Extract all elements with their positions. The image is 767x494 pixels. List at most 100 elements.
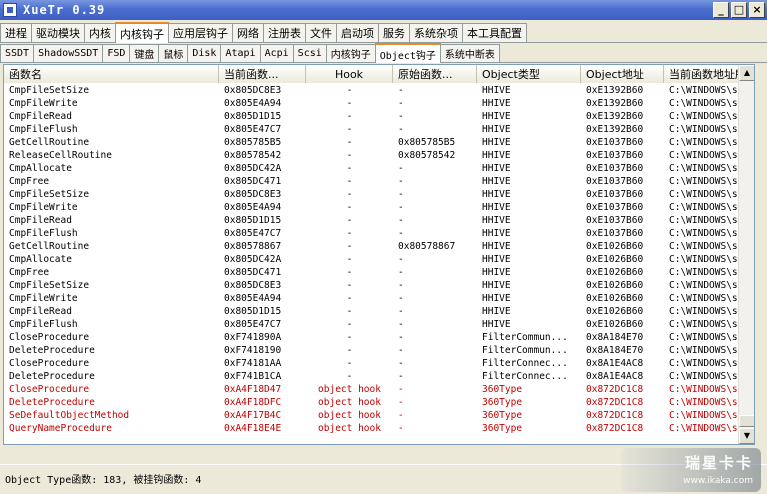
column-header-1[interactable]: 当前函数... [219,65,306,83]
sub-tab-0[interactable]: SSDT [0,44,35,62]
table-cell: HHIVE [482,189,511,200]
main-tab-3[interactable]: 内核钩子 [115,22,169,43]
table-row[interactable]: QueryNameProcedure 0xA4F18E4E object hook -… [4,422,744,435]
table-cell: 0xE1037B60 [586,228,644,239]
table-cell: object hook [318,410,381,421]
sub-tab-2[interactable]: FSD [102,44,131,62]
table-cell: object hook [318,397,381,408]
main-tab-8[interactable]: 启动项 [336,23,379,42]
table-cell: - [346,202,353,213]
minimize-button[interactable]: _ [713,2,729,18]
table-row[interactable]: SeDefaultObjectMethod 0xA4F17B4C object ho… [4,409,744,422]
table-cell: - [398,358,404,369]
table-row[interactable]: CmpFree 0x805DC471 - - HHIVE 0xE1037B60 C:\WIN… [4,175,744,188]
main-tab-4[interactable]: 应用层钩子 [168,23,233,42]
main-tab-0[interactable]: 进程 [0,23,32,42]
table-row[interactable]: CloseProcedure 0xF74181AA - - FilterConnec..… [4,357,744,370]
maximize-button[interactable]: □ [731,2,747,18]
scroll-down-button[interactable]: ▼ [739,428,754,444]
column-header-5[interactable]: Object地址 [581,65,664,83]
main-tab-6[interactable]: 注册表 [263,23,306,42]
sub-tab-1[interactable]: ShadowSSDT [33,44,104,62]
table-cell: CmpFileWrite [9,202,78,213]
sub-tab-5[interactable]: Disk [187,44,222,62]
table-cell: HHIVE [482,111,511,122]
table-cell: - [346,267,353,278]
close-button[interactable]: × [749,2,765,18]
table-row[interactable]: CloseProcedure 0xA4F18D47 object hook - 360T… [4,383,744,396]
scroll-thumb[interactable] [739,415,754,427]
table-row[interactable]: ReleaseCellRoutine 0x80578542 - 0x80578542 H… [4,149,744,162]
watermark-logo: 瑞星卡卡 www.ikaka.com [621,448,761,492]
table-cell: 0xE1037B60 [586,202,644,213]
table-row[interactable]: CmpFileWrite 0x805E4A94 - - HHIVE 0xE1392B60 C… [4,97,744,110]
main-tab-10[interactable]: 系统杂项 [409,23,463,42]
table-row[interactable]: GetCellRoutine 0x805785B5 - 0x805785B5 HHIVE… [4,136,744,149]
table-cell: FilterCommun... [482,345,568,356]
table-row[interactable]: CmpFileFlush 0x805E47C7 - - HHIVE 0xE1037B60 C… [4,227,744,240]
table-cell: - [346,137,353,148]
main-tab-5[interactable]: 网络 [232,23,264,42]
column-header-6[interactable]: 当前函数地址所 [664,65,744,83]
sub-tab-9[interactable]: 内核钩子 [325,44,376,62]
table-row[interactable]: CmpAllocate 0x805DC42A - - HHIVE 0xE1026B60 C:… [4,253,744,266]
table-row[interactable]: CmpFileSetSize 0x805DC8E3 - - HHIVE 0xE1037B6… [4,188,744,201]
table-cell: 0xA4F17B4C [224,410,282,421]
table-cell: - [398,371,404,382]
main-tab-7[interactable]: 文件 [305,23,337,42]
object-hook-list[interactable]: 函数名 当前函数... Hook 原始函数... Object类型 Object地址 当前函… [3,64,755,445]
scroll-up-button[interactable]: ▲ [739,65,754,81]
table-row[interactable]: CmpFileWrite 0x805E4A94 - - HHIVE 0xE1026B60 C… [4,292,744,305]
table-cell: 0x8A184E70 [586,345,644,356]
table-row[interactable]: DeleteProcedure 0xF7418190 - - FilterCommun.… [4,344,744,357]
table-cell: - [346,280,353,291]
column-header-4[interactable]: Object类型 [477,65,581,83]
sub-tab-7[interactable]: Acpi [259,44,294,62]
table-cell: 0xE1392B60 [586,124,644,135]
table-cell: 0xE1392B60 [586,111,644,122]
column-header-2[interactable]: Hook [306,65,393,83]
table-row[interactable]: CloseProcedure 0xF741890A - - FilterCommun..… [4,331,744,344]
table-cell: C:\WINDOWS\sys [669,137,744,148]
table-cell: 0x80578542 [224,150,282,161]
sub-tab-8[interactable]: Scsi [292,44,327,62]
table-row[interactable]: CmpFileSetSize 0x805DC8E3 - - HHIVE 0xE1026B6… [4,279,744,292]
column-header-0[interactable]: 函数名 [4,65,219,83]
status-text: Object Type函数: 183, 被挂钩函数: 4 [5,475,202,486]
main-tab-2[interactable]: 内核 [84,23,116,42]
vertical-scrollbar[interactable]: ▲ ▼ [738,65,754,444]
table-row[interactable]: GetCellRoutine 0x80578867 - 0x80578867 HHIVE… [4,240,744,253]
main-tab-9[interactable]: 服务 [378,23,410,42]
table-row[interactable]: CmpFileFlush 0x805E47C7 - - HHIVE 0xE1392B60 C… [4,123,744,136]
main-tab-1[interactable]: 驱动模块 [31,23,85,42]
table-row[interactable]: CmpFree 0x805DC471 - - HHIVE 0xE1026B60 C:\WIN… [4,266,744,279]
table-row[interactable]: CmpFileFlush 0x805E47C7 - - HHIVE 0xE1026B60 C… [4,318,744,331]
table-row[interactable]: CmpFileSetSize 0x805DC8E3 - - HHIVE 0xE1392B6… [4,84,744,97]
table-cell: - [398,319,404,330]
sub-tab-11[interactable]: 系统中断表 [439,44,500,62]
table-cell: - [398,124,404,135]
table-cell: 0xE1037B60 [586,215,644,226]
sub-tab-4[interactable]: 鼠标 [158,44,189,62]
table-row[interactable]: CmpFileWrite 0x805E4A94 - - HHIVE 0xE1037B60 C… [4,201,744,214]
table-row[interactable]: DeleteProcedure 0xF741B1CA - - FilterConnec.… [4,370,744,383]
sub-tab-6[interactable]: Atapi [220,44,261,62]
table-row[interactable]: CmpFileRead 0x805D1D15 - - HHIVE 0xE1026B60 C:… [4,305,744,318]
table-row[interactable]: CmpFileRead 0x805D1D15 - - HHIVE 0xE1037B60 C:… [4,214,744,227]
table-cell: HHIVE [482,293,511,304]
table-row[interactable]: CmpFileRead 0x805D1D15 - - HHIVE 0xE1392B60 C:… [4,110,744,123]
sub-tab-10[interactable]: Object钩子 [374,43,441,63]
column-header-3[interactable]: 原始函数... [393,65,477,83]
table-cell: HHIVE [482,85,511,96]
table-cell: - [346,306,353,317]
table-cell: - [398,280,404,291]
table-cell: 0x80578542 [398,150,456,161]
sub-tab-3[interactable]: 键盘 [129,44,160,62]
table-cell: HHIVE [482,280,511,291]
sub-tab-strip: SSDT ShadowSSDT FSD 键盘 鼠标 Disk Atapi Acpi Scsi 内核… [0,43,767,63]
title-bar: XueTr 0.39 _ □ × [0,0,767,20]
table-row[interactable]: DeleteProcedure 0xA4F18DFC object hook - 360… [4,396,744,409]
table-cell: 0x805D1D15 [224,111,282,122]
main-tab-11[interactable]: 本工具配置 [462,23,527,42]
table-row[interactable]: CmpAllocate 0x805DC42A - - HHIVE 0xE1037B60 C:… [4,162,744,175]
